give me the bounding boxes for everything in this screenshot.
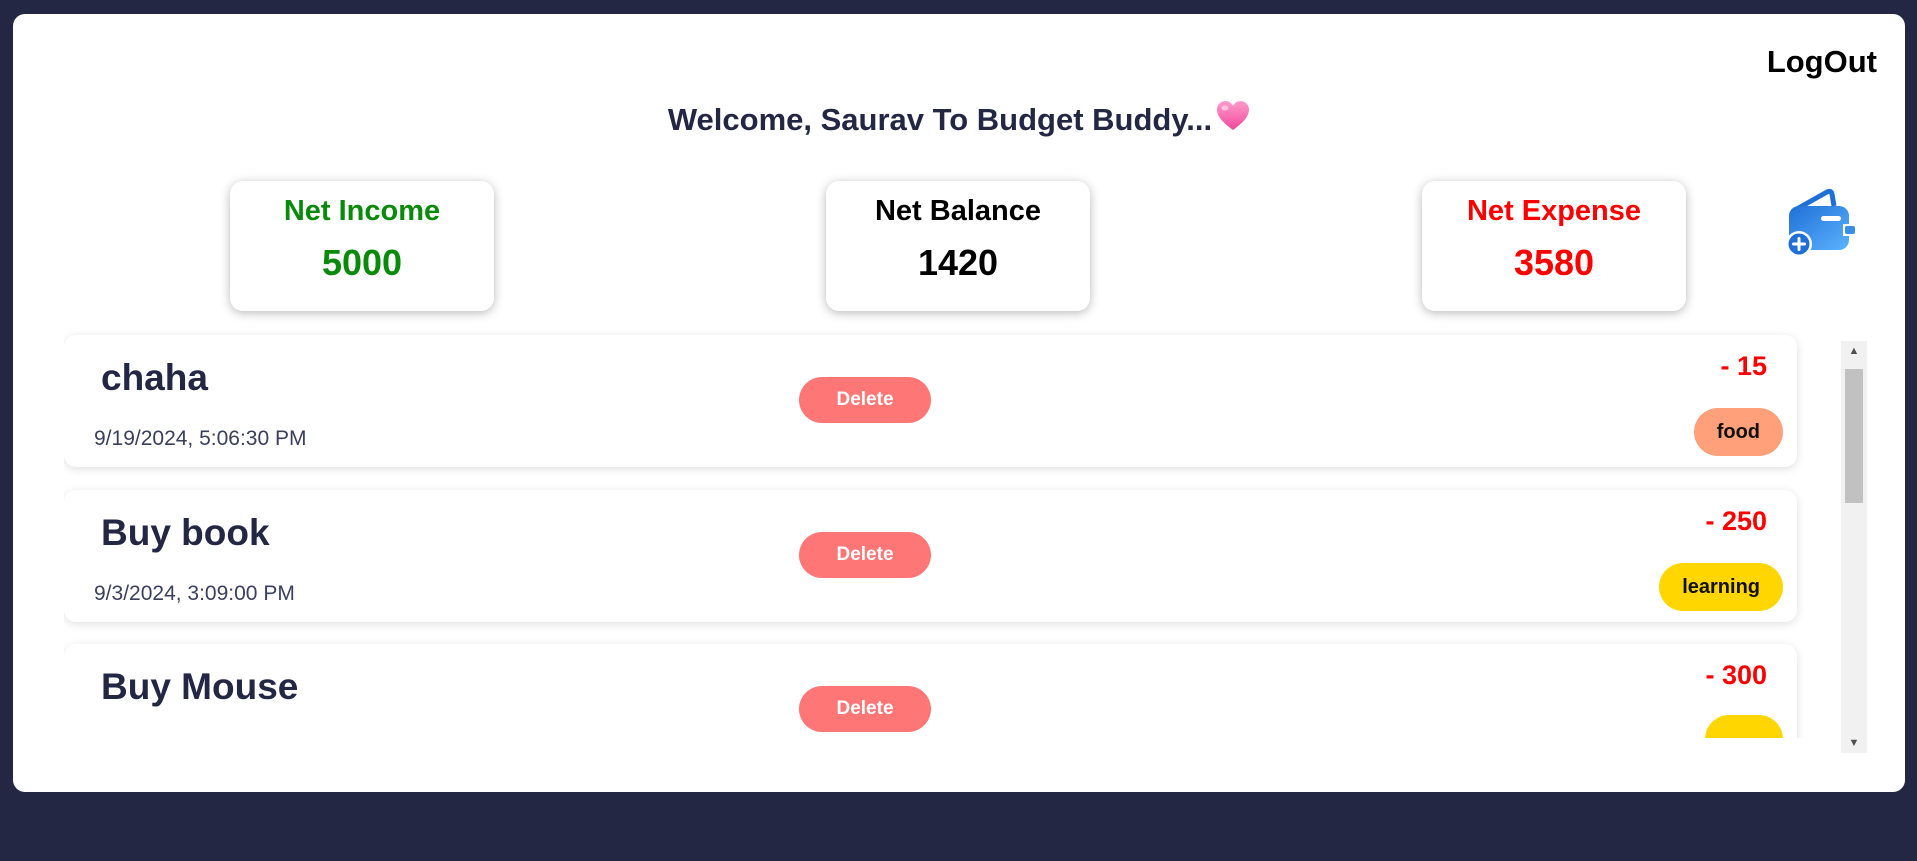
scrollbar-thumb[interactable] <box>1845 369 1863 503</box>
heart-icon <box>1216 100 1250 140</box>
transaction-amount: - 300 <box>1705 660 1767 690</box>
delete-button[interactable]: Delete <box>799 377 931 423</box>
transaction-name: chaha <box>101 357 208 398</box>
transaction-name: Buy book <box>101 512 270 553</box>
transaction-name: Buy Mouse <box>101 666 299 707</box>
transaction-item: chaha 9/19/2024, 5:06:30 PM Delete - 15 … <box>64 335 1797 467</box>
transaction-amount: - 250 <box>1705 506 1767 536</box>
net-balance-value: 1420 <box>917 242 999 283</box>
category-tag: learning <box>1659 563 1783 611</box>
net-income-card: Net Income 5000 <box>230 181 494 311</box>
net-income-label: Net Income <box>283 195 441 227</box>
net-balance-label: Net Balance <box>874 195 1041 227</box>
add-wallet-icon[interactable] <box>1783 184 1859 260</box>
transaction-list[interactable]: chaha 9/19/2024, 5:06:30 PM Delete - 15 … <box>64 327 1810 738</box>
transaction-date: 9/3/2024, 3:09:00 PM <box>94 582 295 605</box>
net-expense-value: 3580 <box>1513 242 1595 283</box>
scroll-down-arrow-icon[interactable]: ▼ <box>1841 733 1867 753</box>
transaction-amount: - 15 <box>1720 351 1767 381</box>
delete-button[interactable]: Delete <box>799 532 931 578</box>
net-expense-card: Net Expense 3580 <box>1422 181 1686 311</box>
transaction-list-scrollbar[interactable]: ▲ ▼ <box>1841 341 1867 753</box>
welcome-heading: Welcome, Saurav To Budget Buddy... <box>13 100 1905 140</box>
net-expense-label: Net Expense <box>1466 195 1642 227</box>
delete-button[interactable]: Delete <box>799 686 931 732</box>
transaction-item: Buy book 9/3/2024, 3:09:00 PM Delete - 2… <box>64 490 1797 622</box>
category-tag: food <box>1693 408 1783 456</box>
welcome-text: Welcome, Saurav To Budget Buddy... <box>667 102 1213 137</box>
category-tag <box>1705 715 1783 738</box>
net-income-value: 5000 <box>321 242 403 283</box>
logout-button[interactable]: LogOut <box>1767 44 1877 80</box>
transaction-date: 9/19/2024, 5:06:30 PM <box>94 427 307 450</box>
scroll-up-arrow-icon[interactable]: ▲ <box>1841 341 1867 361</box>
app-panel: LogOut Welcome, Saurav To Budget Buddy..… <box>13 14 1905 792</box>
transaction-item: Buy Mouse Delete - 300 <box>64 644 1797 738</box>
net-balance-card: Net Balance 1420 <box>826 181 1090 311</box>
